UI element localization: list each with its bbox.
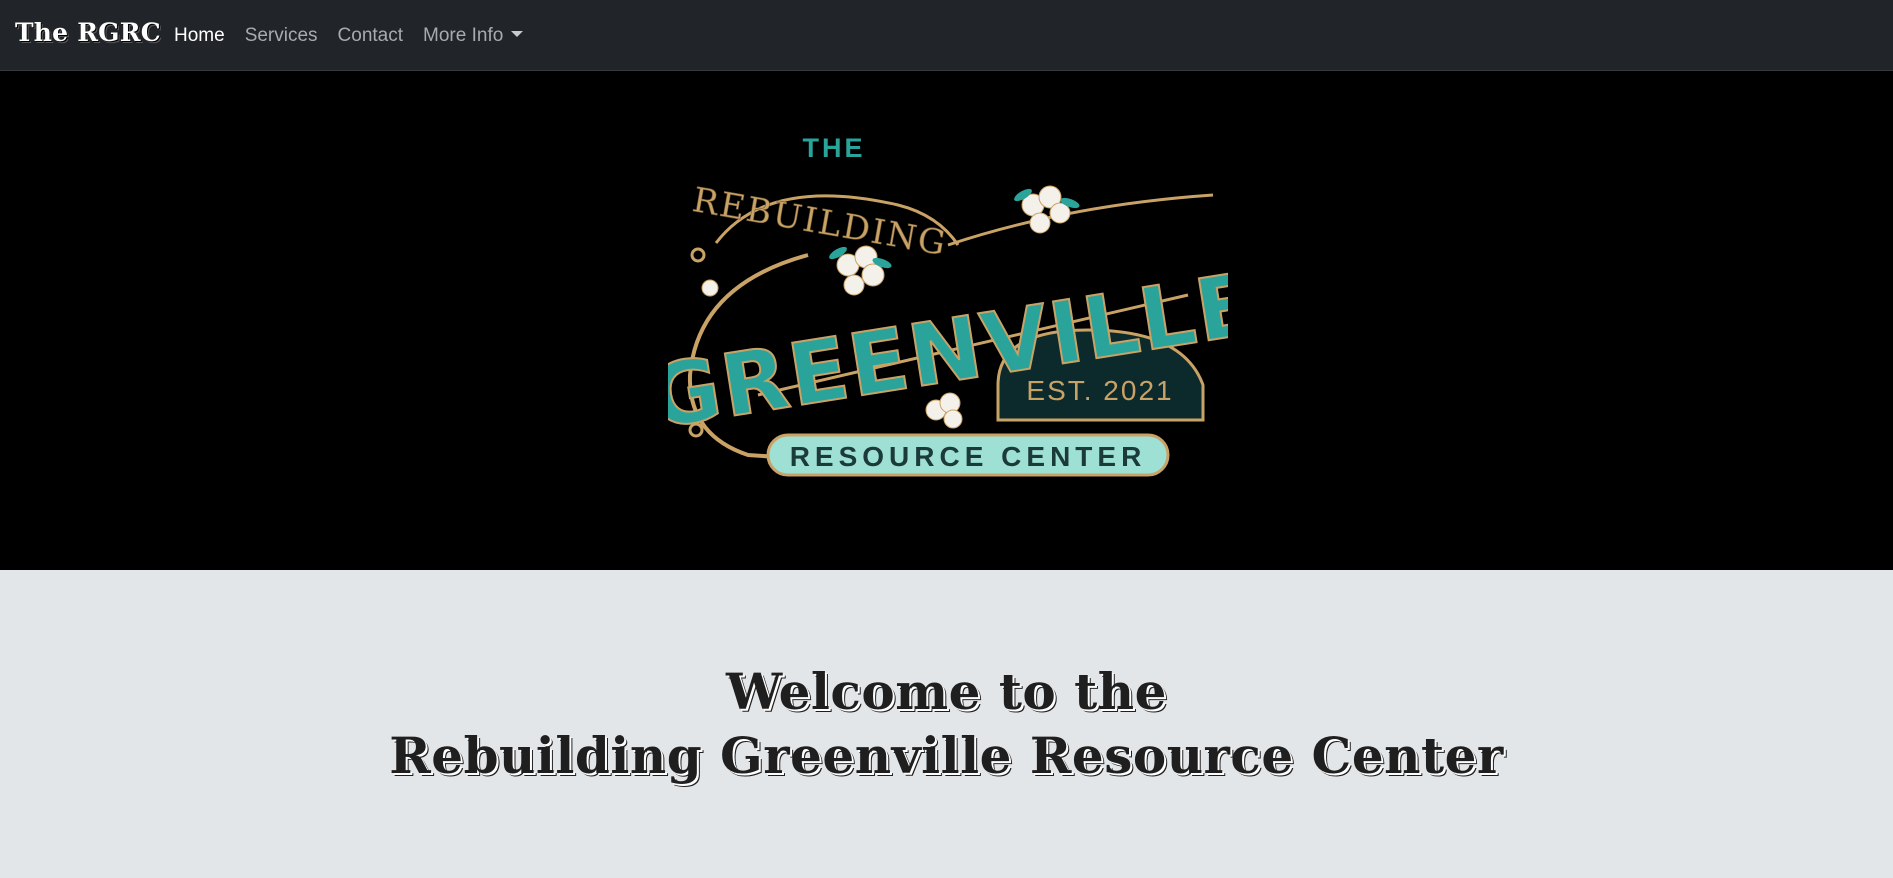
nav-more-info-label: More Info xyxy=(423,24,504,46)
welcome-line-1: Welcome to the xyxy=(726,662,1167,721)
logo-est-text: EST. 2021 xyxy=(1026,375,1173,406)
rgrc-logo: THE REBUILDING GREENVILLE EST. 2021 RESO… xyxy=(668,135,1228,477)
logo-the-text: THE xyxy=(803,135,866,163)
nav-more-info-dropdown[interactable]: More Info xyxy=(413,25,533,47)
hero-banner: THE REBUILDING GREENVILLE EST. 2021 RESO… xyxy=(0,71,1893,570)
nav-contact[interactable]: Contact xyxy=(328,25,413,47)
nav-services[interactable]: Services xyxy=(235,25,328,47)
nav-home[interactable]: Home xyxy=(174,25,235,47)
brand-link[interactable]: The RGRC xyxy=(15,18,161,47)
welcome-line-2: Rebuilding Greenville Resource Center xyxy=(389,726,1504,785)
logo-swirl-dot xyxy=(690,247,706,263)
welcome-heading: Welcome to the Rebuilding Greenville Res… xyxy=(0,660,1893,788)
logo-resource-text: RESOURCE CENTER xyxy=(790,441,1147,472)
logo-rebuilding-text: REBUILDING xyxy=(690,180,951,264)
welcome-section: Welcome to the Rebuilding Greenville Res… xyxy=(0,570,1893,878)
chevron-down-icon xyxy=(511,30,524,37)
logo-top-line xyxy=(947,193,1214,247)
navbar: The RGRC Home Services Contact More Info xyxy=(0,0,1893,71)
nav-links: Home Services Contact More Info xyxy=(174,0,533,71)
